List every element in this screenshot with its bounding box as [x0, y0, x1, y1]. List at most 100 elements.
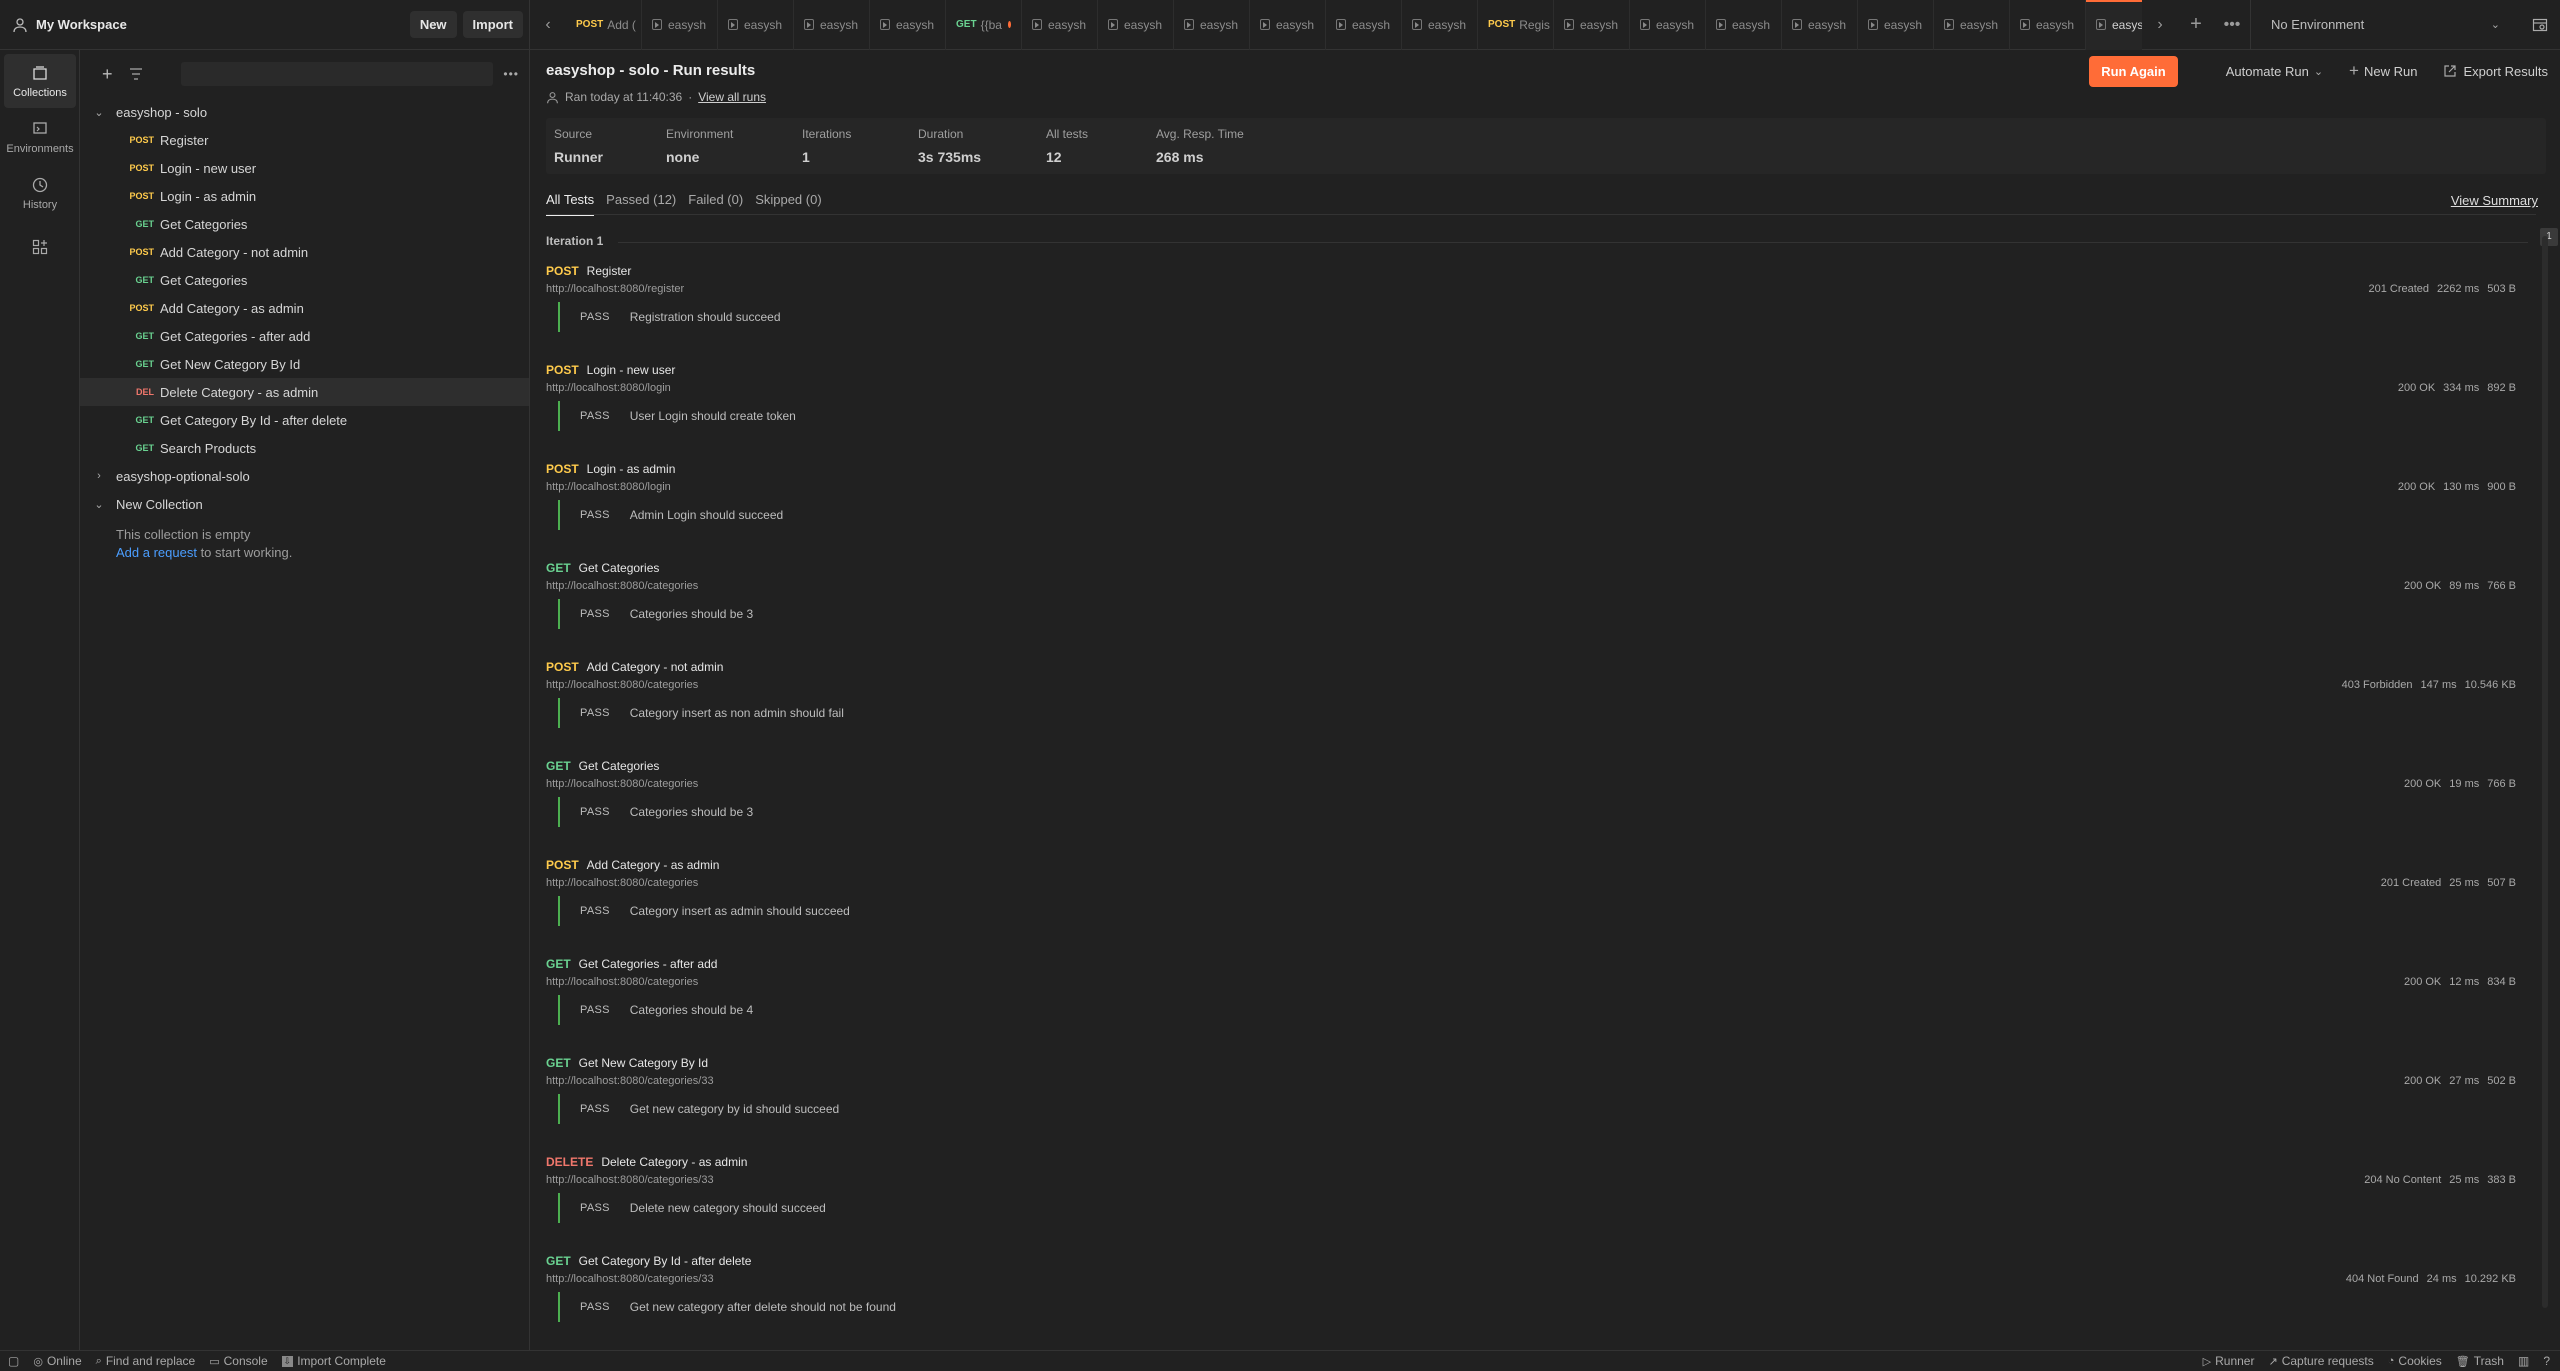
- result-row[interactable]: GET Get Categories - after add http://loca…: [546, 957, 2516, 1056]
- tab-item[interactable]: easysh: [1554, 0, 1630, 50]
- find-replace-button[interactable]: ⌕ Find and replace: [96, 1354, 196, 1368]
- collection-new-collection[interactable]: ⌄ New Collection: [80, 490, 529, 518]
- tab-item[interactable]: easysh: [2010, 0, 2086, 50]
- result-name[interactable]: Login - as admin: [587, 462, 676, 476]
- result-row[interactable]: POST Add Category - not admin http://local…: [546, 660, 2516, 759]
- rail-environments[interactable]: Environments: [4, 110, 76, 164]
- new-tab-icon[interactable]: +: [2178, 0, 2214, 50]
- tab-item[interactable]: POST Regis: [1478, 0, 1554, 50]
- result-row[interactable]: GET Get New Category By Id http://localhos…: [546, 1056, 2516, 1155]
- view-summary-link[interactable]: View Summary: [2451, 193, 2538, 208]
- result-row[interactable]: GET Get Category By Id - after delete http…: [546, 1254, 2516, 1353]
- request-item[interactable]: POST Add Category - as admin: [80, 294, 529, 322]
- request-item[interactable]: DEL Delete Category - as admin: [80, 378, 529, 406]
- rail-configure[interactable]: [4, 222, 76, 276]
- chevron-right-icon[interactable]: ›: [92, 470, 106, 482]
- result-name[interactable]: Get Categories: [579, 759, 660, 773]
- help-icon[interactable]: ?: [2543, 1354, 2550, 1368]
- result-name[interactable]: Get Categories: [579, 561, 660, 575]
- request-item[interactable]: POST Register: [80, 126, 529, 154]
- automate-run-button[interactable]: Automate Run ⌄: [2226, 64, 2323, 79]
- import-status[interactable]: ⇩ Import Complete: [281, 1354, 386, 1368]
- result-name[interactable]: Get New Category By Id: [579, 1056, 708, 1070]
- search-collections-input[interactable]: [180, 62, 494, 86]
- result-row[interactable]: POST Login - new user http://localhost:808…: [546, 363, 2516, 462]
- tab-item[interactable]: easysh: [1782, 0, 1858, 50]
- chevron-down-icon[interactable]: ⌄: [92, 106, 106, 119]
- result-name[interactable]: Delete Category - as admin: [601, 1155, 747, 1169]
- result-name[interactable]: Register: [587, 264, 632, 278]
- export-results-button[interactable]: Export Results: [2443, 64, 2548, 79]
- run-again-button[interactable]: Run Again: [2089, 55, 2178, 87]
- tab-item[interactable]: easysh: [1326, 0, 1402, 50]
- tab-item[interactable]: easysh: [1250, 0, 1326, 50]
- tab-item[interactable]: easysh: [1934, 0, 2010, 50]
- collection-easyshop-solo[interactable]: ⌄ easyshop - solo: [80, 98, 529, 126]
- tab-item[interactable]: easysh: [1022, 0, 1098, 50]
- result-name[interactable]: Login - new user: [587, 363, 676, 377]
- view-all-runs-link[interactable]: View all runs: [698, 90, 766, 104]
- tab-item[interactable]: easysh: [1098, 0, 1174, 50]
- tab-item[interactable]: easysh: [2086, 0, 2142, 50]
- result-row[interactable]: POST Register http://localhost:8080/regist…: [546, 264, 2516, 363]
- tab-item[interactable]: easysh: [1402, 0, 1478, 50]
- tab-item[interactable]: POST Add (: [566, 0, 642, 50]
- filter-tab[interactable]: All Tests: [546, 192, 595, 216]
- environment-quick-look-icon[interactable]: [2520, 17, 2560, 33]
- result-row[interactable]: POST Add Category - as admin http://localh…: [546, 858, 2516, 957]
- result-row[interactable]: GET Get Categories http://localhost:8080/c…: [546, 561, 2516, 660]
- toggle-sidebar-icon[interactable]: ▢: [8, 1354, 19, 1368]
- tab-item[interactable]: easysh: [642, 0, 718, 50]
- result-row[interactable]: GET Get Categories http://localhost:8080/c…: [546, 759, 2516, 858]
- result-name[interactable]: Get Category By Id - after delete: [579, 1254, 752, 1268]
- tab-item[interactable]: easysh: [870, 0, 946, 50]
- add-request-link[interactable]: Add a request: [116, 545, 197, 560]
- filter-tab[interactable]: Skipped (0): [755, 192, 821, 216]
- chevron-down-icon[interactable]: ⌄: [92, 498, 106, 511]
- request-item[interactable]: GET Get Category By Id - after delete: [80, 406, 529, 434]
- two-pane-icon[interactable]: ▥: [2518, 1354, 2529, 1368]
- request-item[interactable]: GET Get New Category By Id: [80, 350, 529, 378]
- tab-item[interactable]: easysh: [1630, 0, 1706, 50]
- request-item[interactable]: POST Login - as admin: [80, 182, 529, 210]
- result-name[interactable]: Add Category - not admin: [587, 660, 724, 674]
- results-scrollbar[interactable]: [2542, 236, 2548, 1308]
- collection-easyshop-optional-solo[interactable]: › easyshop-optional-solo: [80, 462, 529, 490]
- tab-item[interactable]: easysh: [794, 0, 870, 50]
- capture-requests-button[interactable]: ↗ Capture requests: [2268, 1354, 2373, 1368]
- rail-collections[interactable]: Collections: [4, 54, 76, 108]
- result-row[interactable]: POST Login - as admin http://localhost:808…: [546, 462, 2516, 561]
- request-item[interactable]: GET Get Categories: [80, 210, 529, 238]
- cookies-button[interactable]: ◔ Cookies: [2388, 1354, 2442, 1368]
- import-button[interactable]: Import: [462, 11, 523, 38]
- filter-icon[interactable]: [129, 67, 143, 81]
- environment-selector[interactable]: No Environment ⌄: [2250, 0, 2520, 50]
- more-tabs-icon[interactable]: •••: [2214, 0, 2250, 50]
- result-name[interactable]: Add Category - as admin: [587, 858, 720, 872]
- more-options-icon[interactable]: •••: [503, 67, 519, 81]
- console-button[interactable]: ▭ Console: [209, 1354, 267, 1368]
- result-row[interactable]: DELETE Delete Category - as admin http://l…: [546, 1155, 2516, 1254]
- rail-history[interactable]: History: [4, 166, 76, 220]
- user-icon[interactable]: [12, 17, 28, 33]
- tab-item[interactable]: easysh: [718, 0, 794, 50]
- workspace-name[interactable]: My Workspace: [36, 17, 410, 32]
- request-item[interactable]: POST Add Category - not admin: [80, 238, 529, 266]
- request-item[interactable]: GET Get Categories: [80, 266, 529, 294]
- tab-item[interactable]: GET {{ba: [946, 0, 1022, 50]
- filter-tab[interactable]: Failed (0): [688, 192, 743, 216]
- tab-item[interactable]: easysh: [1174, 0, 1250, 50]
- result-name[interactable]: Get Categories - after add: [579, 957, 718, 971]
- filter-tab[interactable]: Passed (12): [606, 192, 676, 216]
- tab-item[interactable]: easysh: [1706, 0, 1782, 50]
- new-button[interactable]: New: [409, 11, 457, 38]
- tabs-scroll-left-icon[interactable]: ‹: [530, 0, 566, 50]
- online-status[interactable]: ◎ Online: [33, 1354, 81, 1368]
- request-item[interactable]: GET Get Categories - after add: [80, 322, 529, 350]
- add-collection-icon[interactable]: +: [102, 64, 113, 85]
- trash-button[interactable]: 🗑︎ Trash: [2456, 1354, 2504, 1368]
- request-item[interactable]: GET Search Products: [80, 434, 529, 462]
- new-run-button[interactable]: + New Run: [2349, 61, 2417, 81]
- tabs-scroll-right-icon[interactable]: ›: [2142, 0, 2178, 50]
- request-item[interactable]: POST Login - new user: [80, 154, 529, 182]
